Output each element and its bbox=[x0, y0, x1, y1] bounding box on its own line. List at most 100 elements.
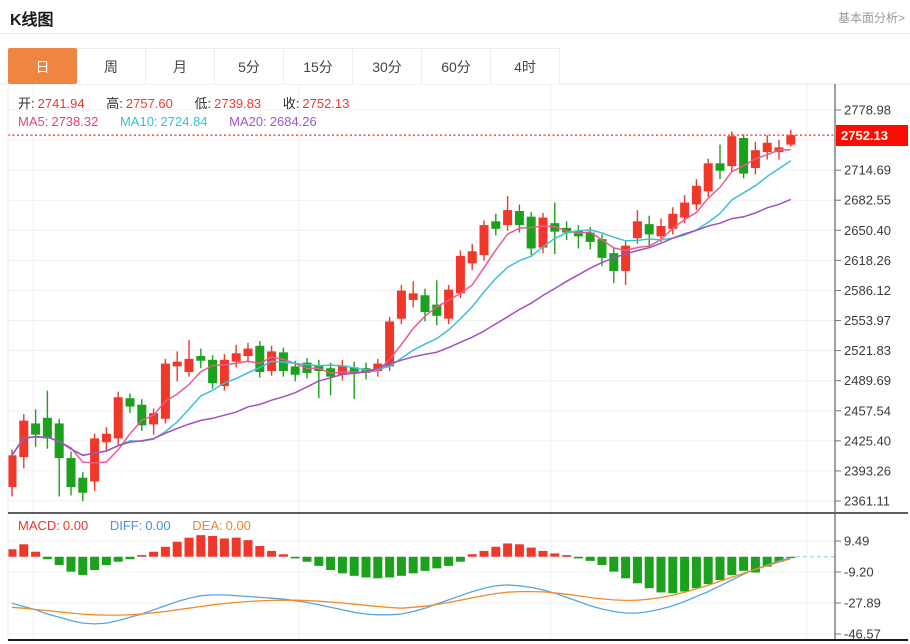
macd-bar bbox=[692, 557, 701, 589]
y-axis-label: 2425.40 bbox=[844, 433, 891, 448]
macd-readout: MACD:0.00 DIFF:0.00 DEA:0.00 bbox=[18, 518, 254, 533]
candle-body bbox=[67, 458, 76, 487]
candle-body bbox=[763, 143, 772, 152]
candle-body bbox=[716, 163, 725, 170]
y-axis-label: 2457.54 bbox=[844, 403, 891, 418]
macd-bar bbox=[739, 557, 748, 571]
macd-bar bbox=[196, 535, 205, 557]
ma-readout: MA5:2738.32 MA10:2724.84 MA20:2684.26 bbox=[18, 114, 320, 129]
ma5-value: 2738.32 bbox=[51, 114, 98, 129]
macd-bar bbox=[55, 557, 64, 565]
macd-bar bbox=[503, 543, 512, 556]
tab-60分[interactable]: 60分 bbox=[422, 48, 491, 84]
diff-value: 0.00 bbox=[145, 518, 170, 533]
macd-bar bbox=[421, 557, 430, 571]
dea-label: DEA: bbox=[192, 518, 222, 533]
macd-bar bbox=[126, 557, 135, 559]
macd-axis-label: 9.49 bbox=[844, 534, 869, 549]
macd-bar bbox=[432, 557, 441, 569]
candle-body bbox=[527, 217, 536, 249]
candle-body bbox=[126, 398, 135, 406]
macd-bar bbox=[102, 557, 111, 565]
macd-bar bbox=[456, 557, 465, 562]
candle-body bbox=[43, 418, 52, 439]
candle-body bbox=[727, 136, 736, 166]
candle-body bbox=[102, 434, 111, 442]
ohlc-readout: 开:2741.94 高:2757.60 低:2739.83 收:2752.13 bbox=[18, 93, 352, 112]
macd-bar bbox=[668, 557, 677, 593]
candle-body bbox=[491, 221, 500, 228]
tab-5分[interactable]: 5分 bbox=[215, 48, 284, 84]
candle-body bbox=[208, 360, 217, 383]
macd-bar bbox=[409, 557, 418, 574]
candle-body bbox=[692, 186, 701, 205]
macd-bar bbox=[291, 557, 300, 559]
tab-日[interactable]: 日 bbox=[8, 48, 77, 84]
macd-bar bbox=[527, 548, 536, 557]
macd-bar bbox=[645, 557, 654, 589]
low-value: 2739.83 bbox=[214, 96, 261, 111]
current-price-badge: 2752.13 bbox=[836, 125, 908, 146]
y-axis-label: 2618.26 bbox=[844, 253, 891, 268]
tab-月[interactable]: 月 bbox=[146, 48, 215, 84]
macd-bar bbox=[244, 540, 253, 557]
macd-bar bbox=[161, 547, 170, 557]
macd-bar bbox=[657, 557, 666, 593]
tab-4时[interactable]: 4时 bbox=[491, 48, 560, 84]
macd-bar bbox=[185, 538, 194, 557]
macd-bar bbox=[267, 551, 276, 557]
macd-bar bbox=[385, 557, 394, 578]
ma10-value: 2724.84 bbox=[161, 114, 208, 129]
macd-bar bbox=[90, 557, 99, 570]
macd-bar bbox=[491, 547, 500, 557]
macd-bar bbox=[350, 557, 359, 576]
candle-body bbox=[503, 210, 512, 225]
macd-bar bbox=[114, 557, 123, 562]
ma20-value: 2684.26 bbox=[270, 114, 317, 129]
diff-label: DIFF: bbox=[110, 518, 143, 533]
macd-bar bbox=[373, 557, 382, 579]
macd-bar bbox=[444, 557, 453, 566]
y-axis-label: 2778.98 bbox=[844, 103, 891, 118]
kline-page: 2778.982746.842714.692682.552650.402618.… bbox=[0, 0, 910, 644]
macd-bar bbox=[232, 538, 241, 557]
macd-bar bbox=[550, 553, 559, 556]
y-axis-label: 2553.97 bbox=[844, 313, 891, 328]
candle-body bbox=[409, 293, 418, 300]
candle-body bbox=[609, 253, 618, 271]
close-value: 2752.13 bbox=[302, 96, 349, 111]
macd-bar bbox=[255, 546, 264, 557]
macd-bar bbox=[598, 557, 607, 565]
macd-bar bbox=[43, 557, 52, 559]
candle-body bbox=[515, 211, 524, 225]
tab-15分[interactable]: 15分 bbox=[284, 48, 353, 84]
macd-bar bbox=[704, 557, 713, 584]
candle-body bbox=[8, 455, 17, 487]
macd-axis-label: -27.89 bbox=[844, 596, 881, 611]
macd-bar bbox=[149, 552, 158, 557]
candle-body bbox=[468, 251, 477, 263]
ma20-line bbox=[12, 199, 791, 455]
ma20-label: MA20: bbox=[229, 114, 267, 129]
candle-body bbox=[137, 405, 146, 426]
y-axis-label: 2489.69 bbox=[844, 373, 891, 388]
macd-bar bbox=[468, 554, 477, 556]
candle-body bbox=[397, 291, 406, 319]
candle-body bbox=[114, 397, 123, 438]
ma5-label: MA5: bbox=[18, 114, 48, 129]
candle-body bbox=[421, 295, 430, 312]
macd-bar bbox=[609, 557, 618, 572]
macd-bar bbox=[78, 557, 87, 575]
candle-body bbox=[539, 218, 548, 248]
y-axis-label: 2650.40 bbox=[844, 223, 891, 238]
tab-周[interactable]: 周 bbox=[77, 48, 146, 84]
candle-body bbox=[185, 359, 194, 372]
fundamental-analysis-link[interactable]: 基本面分析> bbox=[838, 9, 905, 26]
candle-body bbox=[786, 135, 795, 145]
tab-30分[interactable]: 30分 bbox=[353, 48, 422, 84]
candle-body bbox=[78, 478, 87, 493]
candle-body bbox=[680, 203, 689, 218]
candle-body bbox=[196, 356, 205, 361]
candle-body bbox=[645, 224, 654, 234]
macd-bar bbox=[633, 557, 642, 584]
